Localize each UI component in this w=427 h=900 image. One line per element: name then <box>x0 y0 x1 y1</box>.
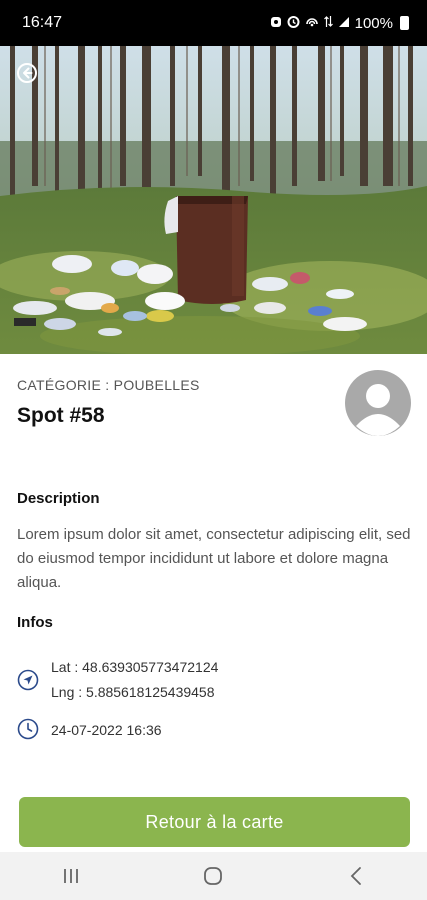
coordinates-text: Lat : 48.639305773472124 Lng : 5.8856181… <box>51 655 218 705</box>
recent-apps-icon <box>64 869 79 883</box>
battery-icon <box>400 16 409 30</box>
notification-icon <box>270 15 282 32</box>
infos-heading: Infos <box>17 614 53 631</box>
latitude: Lat : 48.639305773472124 <box>51 659 219 675</box>
back-to-map-button[interactable]: Retour à la carte <box>19 797 410 847</box>
hotspot-icon <box>305 15 319 32</box>
back-button[interactable] <box>14 60 40 86</box>
spot-category: CATÉGORIE : POUBELLES <box>17 377 200 393</box>
user-avatar-icon <box>356 384 400 436</box>
home-button[interactable] <box>193 856 233 896</box>
coordinates-row: Lat : 48.639305773472124 Lng : 5.8856181… <box>17 655 218 705</box>
clock-icon <box>17 718 39 740</box>
longitude: Lng : 5.885618125439458 <box>51 684 215 700</box>
battery-percent: 100% <box>354 14 393 32</box>
datetime-row: 24-07-2022 16:36 <box>17 718 162 743</box>
back-nav-button[interactable] <box>336 856 376 896</box>
forest-trash-image <box>0 46 427 354</box>
description-text: Lorem ipsum dolor sit amet, consectetur … <box>17 526 411 591</box>
home-icon <box>204 867 223 885</box>
datetime-text: 24-07-2022 16:36 <box>51 722 162 738</box>
data-arrows-icon <box>323 15 333 32</box>
chevron-left-icon <box>350 867 361 885</box>
status-time: 16:47 <box>22 14 63 31</box>
description-heading: Description <box>17 490 100 507</box>
spot-photo <box>0 46 427 354</box>
spot-title: Spot #58 <box>17 404 105 427</box>
status-bar: 16:47 100% <box>0 0 427 46</box>
status-icons: 100% <box>270 15 409 32</box>
navigation-arrow-icon <box>17 669 39 691</box>
recent-apps-button[interactable] <box>51 856 91 896</box>
avatar[interactable] <box>345 370 411 436</box>
alarm-icon <box>287 15 300 32</box>
signal-icon <box>338 15 350 32</box>
system-nav-bar <box>0 852 427 900</box>
back-arrow-icon <box>17 63 37 83</box>
